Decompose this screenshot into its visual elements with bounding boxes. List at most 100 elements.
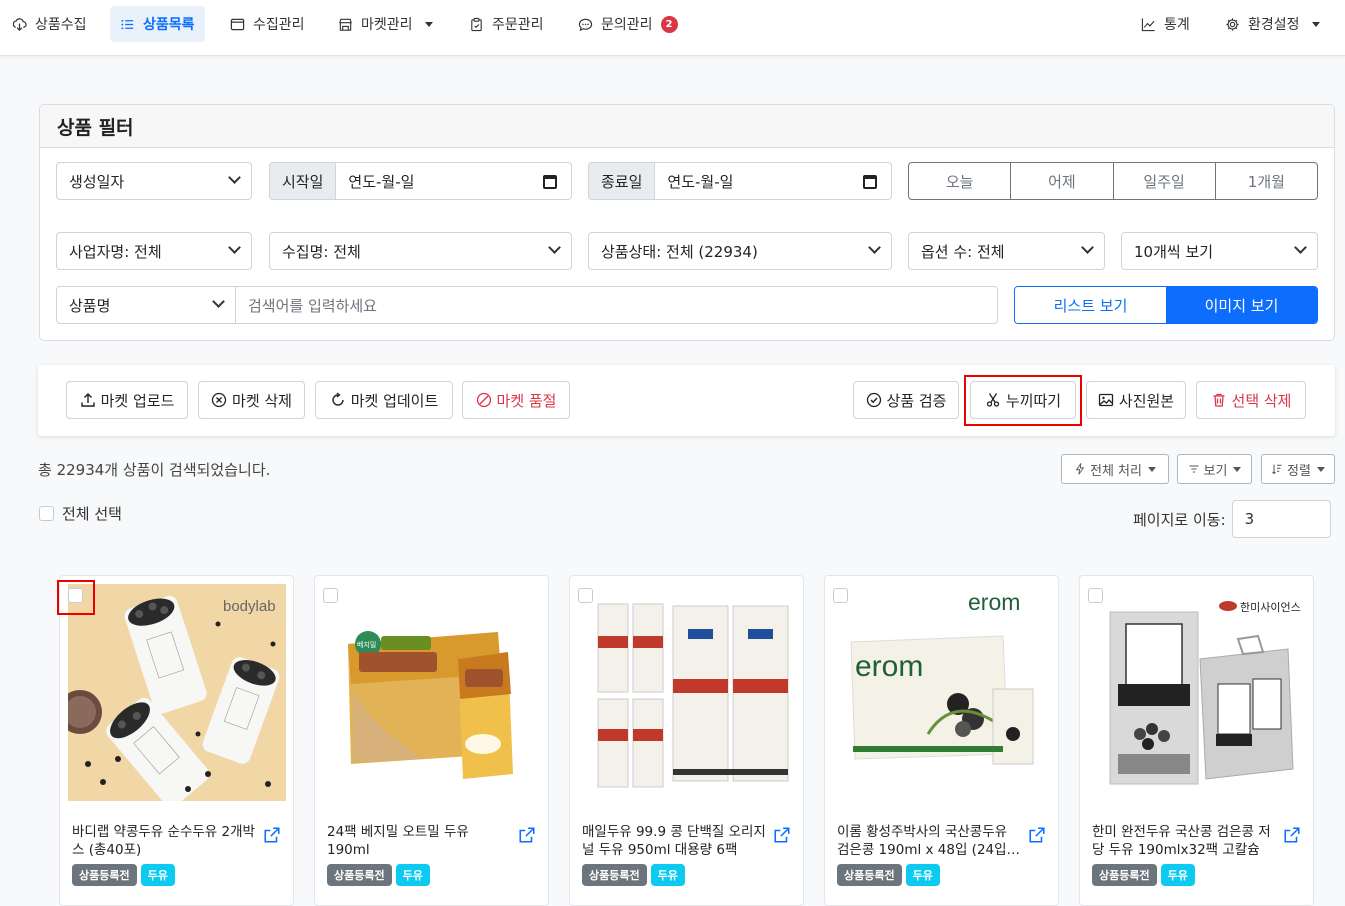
nav-item-order-manage[interactable]: 주문관리: [459, 6, 554, 42]
window-icon: [230, 18, 245, 30]
nav-item-product-collect[interactable]: 상품수집: [2, 6, 97, 42]
product-checkbox[interactable]: [833, 588, 848, 603]
product-tags: 상품등록전 두유: [72, 864, 175, 886]
calendar-icon[interactable]: [543, 175, 557, 189]
date-type-select[interactable]: 생성일자: [56, 162, 252, 200]
page-jump-input[interactable]: 3: [1231, 500, 1331, 538]
market-delete-button[interactable]: 마켓 삭제: [198, 381, 305, 419]
chevron-down-icon: [424, 21, 433, 27]
product-image-brand: erom: [968, 589, 1020, 615]
list-icon: [121, 19, 134, 29]
per-page-select[interactable]: 10개씩 보기: [1121, 232, 1318, 270]
product-card[interactable]: bodylab 바디랩 약콩두유 순수두유 2개박스 (총40포) 상품등록전 …: [59, 575, 294, 906]
product-title[interactable]: 바디랩 약콩두유 순수두유 2개박스 (총40포): [72, 823, 257, 859]
chevron-down-icon: [228, 241, 241, 254]
original-photo-button[interactable]: 사진원본: [1086, 381, 1186, 419]
product-checkbox[interactable]: [578, 588, 593, 603]
nav-item-collect-manage[interactable]: 수집관리: [220, 6, 315, 42]
market-soldout-button[interactable]: 마켓 품절: [462, 381, 570, 419]
verify-product-button[interactable]: 상품 검증: [853, 381, 959, 419]
nav-item-market-manage[interactable]: 마켓관리: [328, 6, 443, 42]
nav-label: 수집관리: [253, 17, 305, 33]
inquiry-count-badge: 2: [660, 15, 678, 33]
product-title[interactable]: 매일두유 99.9 콩 단백질 오리지널 두유 950ml 대용량 6팩: [582, 823, 767, 859]
page-jump-value: 3: [1244, 510, 1255, 528]
range-week-button[interactable]: 일주일: [1114, 163, 1216, 199]
end-date-group: 종료일 연도-월-일: [588, 162, 892, 200]
product-card[interactable]: 베지밀 24팩 베지밀 오트밀 두유 190ml 상품등록전 두유: [314, 575, 549, 906]
nav-item-inquiry-manage[interactable]: 문의관리 2: [568, 6, 688, 42]
product-checkbox[interactable]: [68, 588, 83, 603]
nav-item-stats[interactable]: 통계: [1131, 6, 1200, 42]
x-circle-icon: [211, 392, 227, 408]
end-date-value: 연도-월-일: [667, 172, 734, 191]
svg-text:erom: erom: [855, 650, 923, 683]
business-value: 사업자명: 전체: [69, 242, 162, 261]
options-select[interactable]: 옵션 수: 전체: [908, 232, 1105, 270]
action-toolbar: 마켓 업로드 마켓 삭제 마켓 업데이트 마켓 품절 상품 검증 누끼따기 사진…: [38, 365, 1335, 436]
product-title[interactable]: 한미 완전두유 국산콩 검은콩 저당 두유 190mlx32팩 고칼슘 …: [1092, 823, 1277, 859]
status-select[interactable]: 상품상태: 전체 (22934): [588, 232, 892, 270]
search-field-select[interactable]: 상품명: [56, 286, 236, 324]
delete-selected-button[interactable]: 선택 삭제: [1196, 381, 1306, 419]
bulk-action-label: 전체 처리: [1090, 463, 1142, 479]
chevron-down-icon: [1316, 466, 1325, 472]
product-title[interactable]: 24팩 베지밀 오트밀 두유 190ml: [327, 823, 512, 859]
range-today-button[interactable]: 오늘: [909, 163, 1012, 199]
collection-select[interactable]: 수집명: 전체: [269, 232, 572, 270]
external-link-icon[interactable]: [518, 826, 536, 844]
select-all-checkbox[interactable]: [39, 506, 54, 521]
chevron-down-icon: [212, 295, 225, 308]
start-date-input[interactable]: 연도-월-일: [336, 162, 572, 200]
product-title[interactable]: 이롬 황성주박사의 국산콩두유 검은콩 190ml x 48입 (24입…: [837, 823, 1022, 859]
category-badge: 두유: [395, 864, 430, 886]
product-card[interactable]: 매일두유 99.9 콩 단백질 오리지널 두유 950ml 대용량 6팩 상품등…: [569, 575, 804, 906]
quick-range-group: 오늘 어제 일주일 1개월: [908, 162, 1318, 200]
external-link-icon[interactable]: [1028, 826, 1046, 844]
product-image-brand: 한미사이언스: [1240, 601, 1301, 614]
nav-item-product-list[interactable]: 상품목록: [110, 6, 205, 42]
product-image-brand: bodylab: [223, 598, 276, 615]
product-checkbox[interactable]: [323, 588, 338, 603]
product-card[interactable]: erom erom 이롬 황성주박사의 국산콩두유 검은콩 190ml x 48…: [824, 575, 1059, 906]
nav-label: 상품목록: [143, 17, 195, 33]
nav-label: 마켓관리: [361, 17, 413, 33]
lightning-icon: [1075, 463, 1085, 475]
select-all-control[interactable]: 전체 선택: [39, 503, 122, 524]
chevron-down-icon: [1233, 466, 1242, 472]
market-upload-label: 마켓 업로드: [100, 391, 175, 410]
calendar-icon[interactable]: [863, 175, 877, 189]
result-count-text: 총 22934개 상품이 검색되었습니다.: [38, 461, 271, 479]
nav-item-settings[interactable]: 환경설정: [1215, 6, 1330, 42]
external-link-icon[interactable]: [263, 826, 281, 844]
nav-label: 문의관리: [601, 17, 653, 33]
list-view-button[interactable]: 리스트 보기: [1015, 287, 1166, 323]
end-date-input[interactable]: 연도-월-일: [655, 162, 892, 200]
page-jump-label: 페이지로 이동:: [1133, 510, 1226, 529]
product-image: [578, 584, 796, 801]
sort-dropdown[interactable]: 정렬: [1261, 454, 1335, 484]
bulk-action-dropdown[interactable]: 전체 처리: [1061, 454, 1169, 484]
nav-label: 통계: [1164, 17, 1190, 33]
view-options-dropdown[interactable]: 보기: [1177, 454, 1252, 484]
chat-icon: [578, 18, 593, 31]
status-badge: 상품등록전: [837, 864, 902, 886]
external-link-icon[interactable]: [773, 826, 791, 844]
market-update-button[interactable]: 마켓 업데이트: [315, 381, 453, 419]
start-date-value: 연도-월-일: [348, 172, 415, 191]
market-delete-label: 마켓 삭제: [232, 391, 292, 410]
view-mode-toggle: 리스트 보기 이미지 보기: [1014, 286, 1318, 324]
image-view-button[interactable]: 이미지 보기: [1166, 287, 1317, 323]
chevron-down-icon: [1311, 21, 1320, 27]
category-badge: 두유: [905, 864, 940, 886]
product-tags: 상품등록전 두유: [327, 864, 430, 886]
external-link-icon[interactable]: [1283, 826, 1301, 844]
business-select[interactable]: 사업자명: 전체: [56, 232, 252, 270]
range-month-button[interactable]: 1개월: [1216, 163, 1317, 199]
product-card[interactable]: 한미사이언스 한미 완전두유 국산콩 검은콩 저당 두유 190mlx32팩 고…: [1079, 575, 1314, 906]
chevron-down-icon: [548, 241, 561, 254]
market-upload-button[interactable]: 마켓 업로드: [66, 381, 188, 419]
search-input[interactable]: 검색어를 입력하세요: [235, 286, 998, 324]
product-checkbox[interactable]: [1088, 588, 1103, 603]
range-yesterday-button[interactable]: 어제: [1011, 163, 1114, 199]
